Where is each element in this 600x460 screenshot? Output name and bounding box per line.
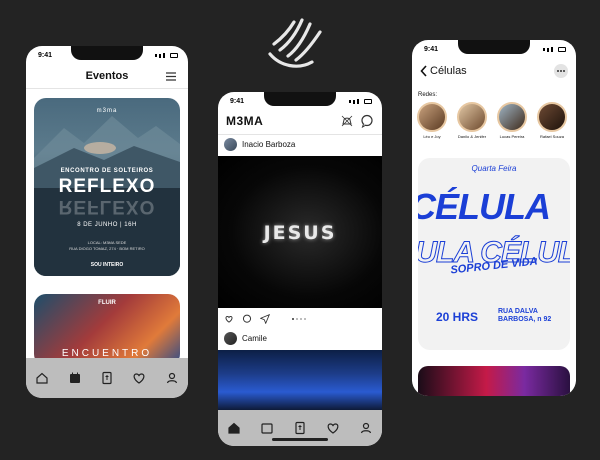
praying-hands-logo-icon <box>268 18 322 68</box>
home-indicator <box>272 438 328 441</box>
tab-bar <box>26 358 188 398</box>
back-chevron-icon[interactable] <box>420 65 428 77</box>
card-address: RUA DALVA BARBOSA, n 92 <box>498 308 552 323</box>
avatar[interactable] <box>224 332 237 345</box>
card-place: LOCAL: M3MA SEDE <box>87 240 127 245</box>
app-showcase: 9:41 Eventos m3ma ENCONTRO DE SOLTEIROS … <box>0 0 600 460</box>
tab-home-icon[interactable] <box>34 370 50 386</box>
phone-feed: 9:41 M3MA Inacio Barboza JESUS Camile <box>218 92 382 446</box>
network-item[interactable]: Léo e Joy <box>416 102 448 139</box>
card-title-reflection: REFLEXO <box>58 196 156 217</box>
next-card-peek[interactable] <box>418 366 570 396</box>
post-header: Camile <box>224 332 267 345</box>
share-icon[interactable] <box>260 314 270 324</box>
card-brand: m3ma <box>96 108 118 114</box>
card2-tag: FLUIR <box>98 300 116 306</box>
chat-bubble-icon[interactable] <box>360 114 374 128</box>
tab-heart-icon[interactable] <box>131 370 147 386</box>
card-address: RUA DIOGO TOMAZ, 274 · BOM RETIRO <box>69 246 145 251</box>
status-time: 9:41 <box>424 46 439 53</box>
post-header: Inacio Barboza <box>224 138 295 151</box>
network-item[interactable]: Lucas Pereira <box>496 102 528 139</box>
avatar <box>457 102 487 132</box>
hamburger-icon[interactable] <box>166 72 176 81</box>
more-button[interactable] <box>554 64 568 78</box>
bell-icon[interactable] <box>340 114 354 128</box>
card-date: 8 DE JUNHO | 16H <box>77 222 137 228</box>
network-name: Léo e Joy <box>423 134 441 139</box>
celula-card[interactable]: Quarta Feira CÉLULA LULA CÉLUL SOPRO DE … <box>418 158 570 350</box>
avatar <box>417 102 447 132</box>
post-image[interactable] <box>218 350 382 410</box>
card-footer: SOU INTEIRO <box>90 262 124 268</box>
avatar <box>537 102 567 132</box>
section-label: Redes: <box>418 92 438 98</box>
status-icons <box>543 47 566 52</box>
carousel-dots <box>292 318 306 320</box>
post-actions <box>224 314 270 324</box>
network-name: Rafael Souza <box>539 134 564 139</box>
like-icon[interactable] <box>224 314 234 324</box>
post-author[interactable]: Camile <box>242 334 267 343</box>
app-logo: M3MA <box>226 114 264 128</box>
phone-eventos: 9:41 Eventos m3ma ENCONTRO DE SOLTEIROS … <box>26 46 188 398</box>
status-icons <box>155 53 178 58</box>
network-name: Danilo & Jenifer <box>457 134 487 139</box>
event-card-reflexo[interactable]: m3ma ENCONTRO DE SOLTEIROS REFLEXO REFLE… <box>34 98 180 276</box>
tab-events-icon[interactable] <box>67 370 83 386</box>
tab-profile-icon[interactable] <box>358 420 374 436</box>
card-day: Quarta Feira <box>471 164 517 173</box>
comment-icon[interactable] <box>242 314 252 324</box>
avatar <box>497 102 527 132</box>
tab-bible-icon[interactable] <box>292 420 308 436</box>
status-icons <box>349 99 372 104</box>
page-title: Células <box>430 65 467 77</box>
phone-celulas: 9:41 Células Redes: Léo e Joy Danilo & J… <box>412 40 576 396</box>
tab-profile-icon[interactable] <box>164 370 180 386</box>
network-item[interactable]: Danilo & Jenifer <box>456 102 488 139</box>
page-title: Eventos <box>85 70 129 82</box>
card-time: 20 HRS <box>436 310 479 324</box>
post-image[interactable]: JESUS <box>218 156 382 308</box>
tab-bible-icon[interactable] <box>99 370 115 386</box>
network-list: Léo e Joy Danilo & Jenifer Lucas Pereira… <box>416 102 568 139</box>
post-author[interactable]: Inacio Barboza <box>242 140 295 149</box>
network-item[interactable]: Rafael Souza <box>536 102 568 139</box>
network-name: Lucas Pereira <box>499 134 525 139</box>
status-time: 9:41 <box>38 52 53 59</box>
status-time: 9:41 <box>230 98 245 105</box>
tab-home-icon[interactable] <box>226 420 242 436</box>
avatar[interactable] <box>224 138 237 151</box>
card-title: CÉLULA <box>418 186 551 227</box>
tab-heart-icon[interactable] <box>325 420 341 436</box>
post-image-text: JESUS <box>263 222 337 244</box>
tab-events-icon[interactable] <box>259 420 275 436</box>
card-kicker: ENCONTRO DE SOLTEIROS <box>60 168 154 174</box>
event-card-fluir[interactable]: FLUIR ENCUENTRO <box>34 294 180 366</box>
